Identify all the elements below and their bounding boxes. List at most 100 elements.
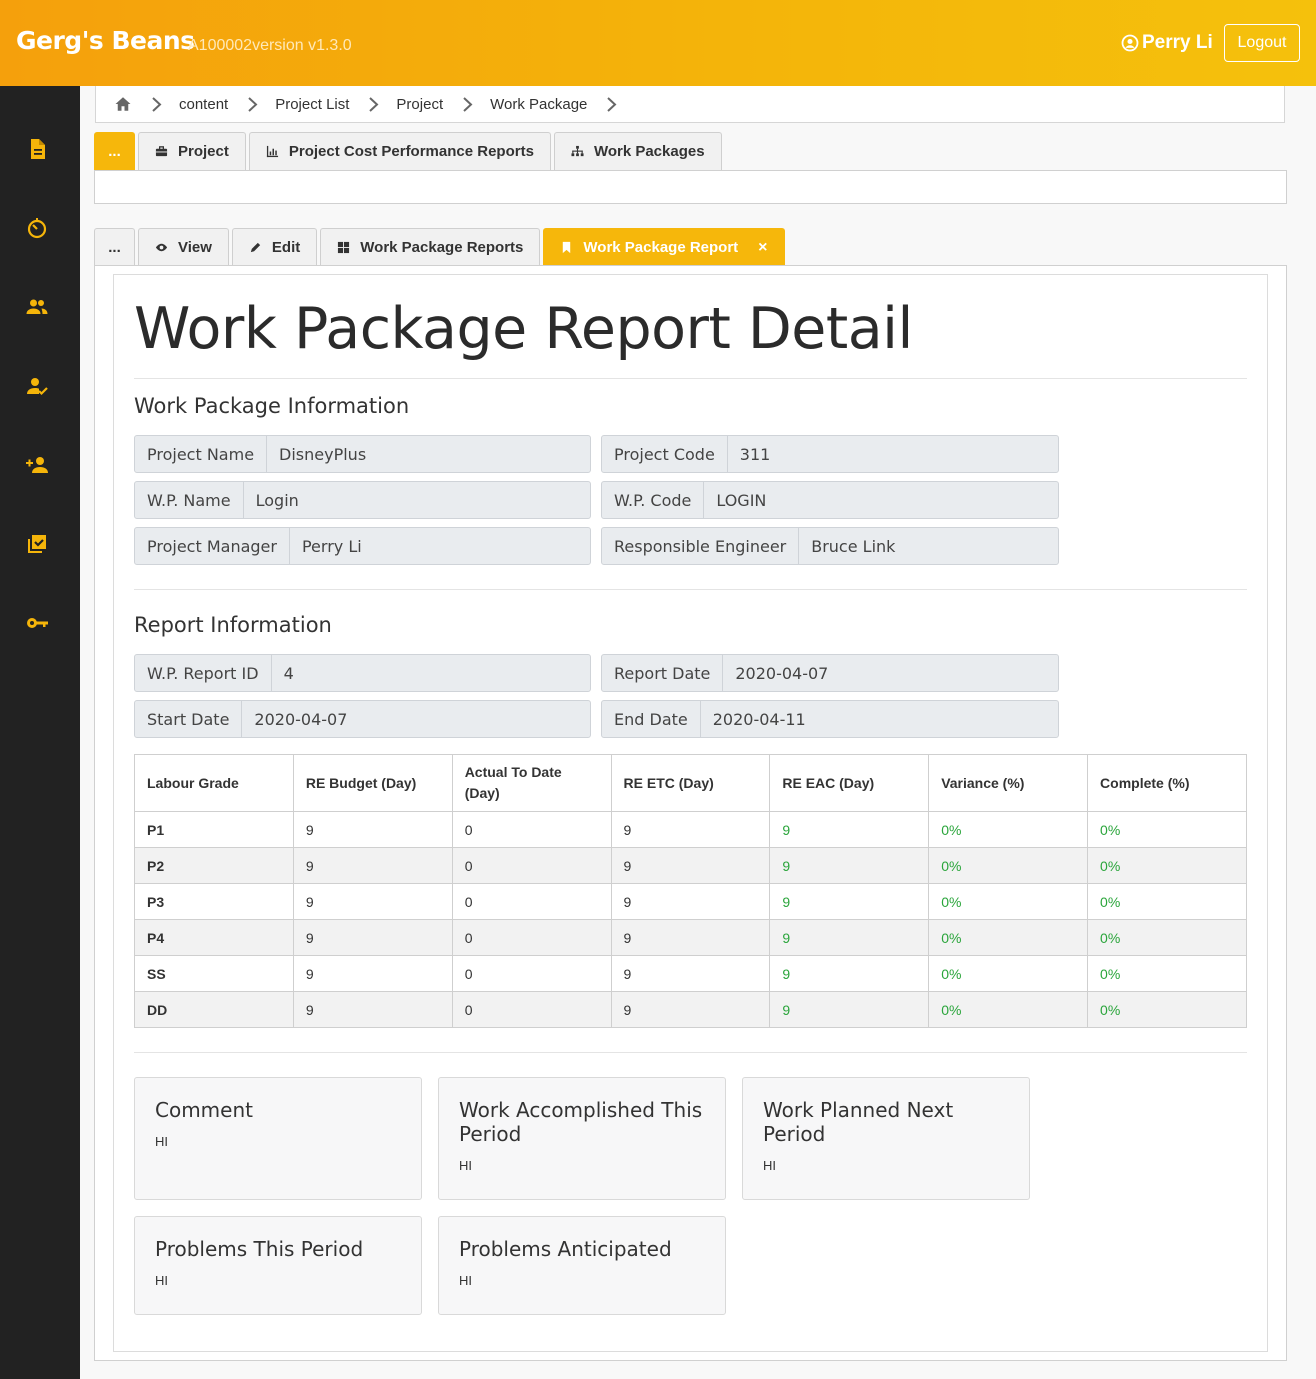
field-value: DisneyPlus (279, 444, 367, 464)
top-tab-panel (94, 170, 1287, 204)
table-row: P1 9 0 9 9 0% 0% (134, 811, 1247, 848)
table-cell: 0% (928, 847, 1089, 884)
briefcase-icon (155, 146, 168, 157)
column-header-labour-grade: Labour Grade (134, 754, 294, 812)
wp-code-field: W.P. Code LOGIN (601, 481, 1059, 519)
subtab-more[interactable]: ... (94, 228, 135, 266)
field-label: Responsible Engineer (602, 528, 800, 564)
logout-button[interactable]: Logout (1224, 24, 1300, 62)
table-cell: 0% (928, 919, 1089, 956)
end-date-field: End Date 2020-04-11 (601, 700, 1059, 738)
table-cell: 0 (451, 883, 612, 920)
tab-edit[interactable]: Edit (231, 228, 318, 266)
card-body: HI (155, 1273, 168, 1288)
breadcrumb-project[interactable]: Project (396, 96, 443, 113)
column-header-complete: Complete (%) (1087, 754, 1247, 812)
tab-work-package-report[interactable]: Work Package Report × (543, 228, 785, 266)
group-icon[interactable] (24, 294, 50, 320)
checkbox-icon[interactable] (24, 531, 50, 557)
table-cell: 9 (610, 955, 771, 992)
breadcrumb-content[interactable]: content (179, 96, 228, 113)
section-title-wp-info: Work Package Information (134, 394, 410, 418)
table-cell: 9 (292, 811, 453, 848)
tab-work-package-reports[interactable]: Work Package Reports (320, 228, 541, 266)
sidebar (0, 86, 80, 1379)
table-cell: 0% (1087, 883, 1247, 920)
table-cell: 0% (928, 883, 1089, 920)
wp-name-field: W.P. Name Login (134, 481, 591, 519)
chevron-right-icon (463, 96, 473, 112)
tab-project[interactable]: Project (138, 132, 246, 170)
breadcrumb-work-package[interactable]: Work Package (490, 96, 587, 113)
table-cell: 9 (292, 847, 453, 884)
user-add-icon[interactable] (24, 452, 50, 478)
tab-more[interactable]: ... (94, 132, 135, 170)
field-value: 2020-04-07 (735, 663, 829, 683)
column-header-re-eac: RE EAC (Day) (769, 754, 930, 812)
project-code-field: Project Code 311 (601, 435, 1059, 473)
card-body: HI (459, 1158, 472, 1173)
divider (134, 589, 1247, 590)
home-icon[interactable] (114, 95, 132, 113)
project-manager-field: Project Manager Perry Li (134, 527, 591, 565)
tab-label: Work Package Report (583, 239, 739, 256)
timer-icon[interactable] (24, 215, 50, 241)
tab-label: Work Packages (593, 143, 705, 160)
table-cell: 0 (451, 811, 612, 848)
tab-project-cost-performance-reports[interactable]: Project Cost Performance Reports (248, 132, 551, 170)
field-label: Report Date (602, 655, 724, 691)
chevron-right-icon (248, 96, 258, 112)
field-label: Project Name (135, 436, 268, 472)
field-label: W.P. Report ID (135, 655, 272, 691)
document-icon[interactable] (24, 136, 50, 162)
field-value: Bruce Link (811, 536, 896, 556)
table-row: DD 9 0 9 9 0% 0% (134, 991, 1247, 1028)
user-check-icon[interactable] (24, 373, 50, 399)
table-cell: P3 (134, 883, 294, 920)
field-label: W.P. Name (135, 482, 244, 518)
table-cell: 9 (610, 919, 771, 956)
table-cell: 0% (1087, 919, 1247, 956)
project-name-field: Project Name DisneyPlus (134, 435, 591, 473)
table-cell: SS (134, 955, 294, 992)
table-cell: 0% (1087, 847, 1247, 884)
tab-work-packages[interactable]: Work Packages (553, 132, 722, 170)
column-header-re-budget: RE Budget (Day) (292, 754, 453, 812)
chevron-right-icon (607, 96, 617, 112)
field-value: Perry Li (301, 536, 362, 556)
user-name: Perry Li (1142, 32, 1213, 53)
tab-label: ... (108, 143, 121, 160)
field-label: Project Code (602, 436, 728, 472)
key-icon[interactable] (24, 610, 50, 636)
field-label: End Date (602, 701, 701, 737)
chart-icon (266, 145, 278, 158)
work-accomplished-card: Work Accomplished This Period HI (438, 1077, 726, 1200)
pencil-icon (250, 242, 261, 253)
user-menu[interactable]: Perry Li (1121, 32, 1213, 54)
sitemap-icon (571, 145, 584, 157)
table-cell: 0 (451, 919, 612, 956)
field-value: 2020-04-07 (254, 709, 348, 729)
user-circle-icon (1121, 34, 1139, 52)
section-title-report-info: Report Information (134, 613, 332, 637)
chevron-right-icon (152, 96, 162, 112)
card-title: Comment (155, 1098, 253, 1122)
tab-label: Project (178, 143, 229, 160)
column-header-re-etc: RE ETC (Day) (610, 754, 771, 812)
card-body: HI (155, 1134, 168, 1149)
work-planned-card: Work Planned Next Period HI (742, 1077, 1030, 1200)
table-cell: 9 (769, 955, 930, 992)
breadcrumb-project-list[interactable]: Project List (275, 96, 349, 113)
field-label: W.P. Code (602, 482, 705, 518)
table-cell: 0% (928, 955, 1089, 992)
table-cell: DD (134, 991, 294, 1028)
chevron-right-icon (369, 96, 379, 112)
close-icon[interactable]: × (758, 239, 767, 257)
top-tab-bar: ... Project Project Cost Performance Rep… (94, 132, 722, 170)
sub-tab-bar: ... View Edit Work Package Reports Work … (94, 228, 785, 266)
column-header-actual-to-date: Actual To Date (Day) (451, 754, 612, 812)
brand-logo[interactable]: Gerg's Beans (16, 26, 195, 55)
tab-view[interactable]: View (138, 228, 229, 266)
table-cell: P4 (134, 919, 294, 956)
table-cell: 9 (292, 991, 453, 1028)
